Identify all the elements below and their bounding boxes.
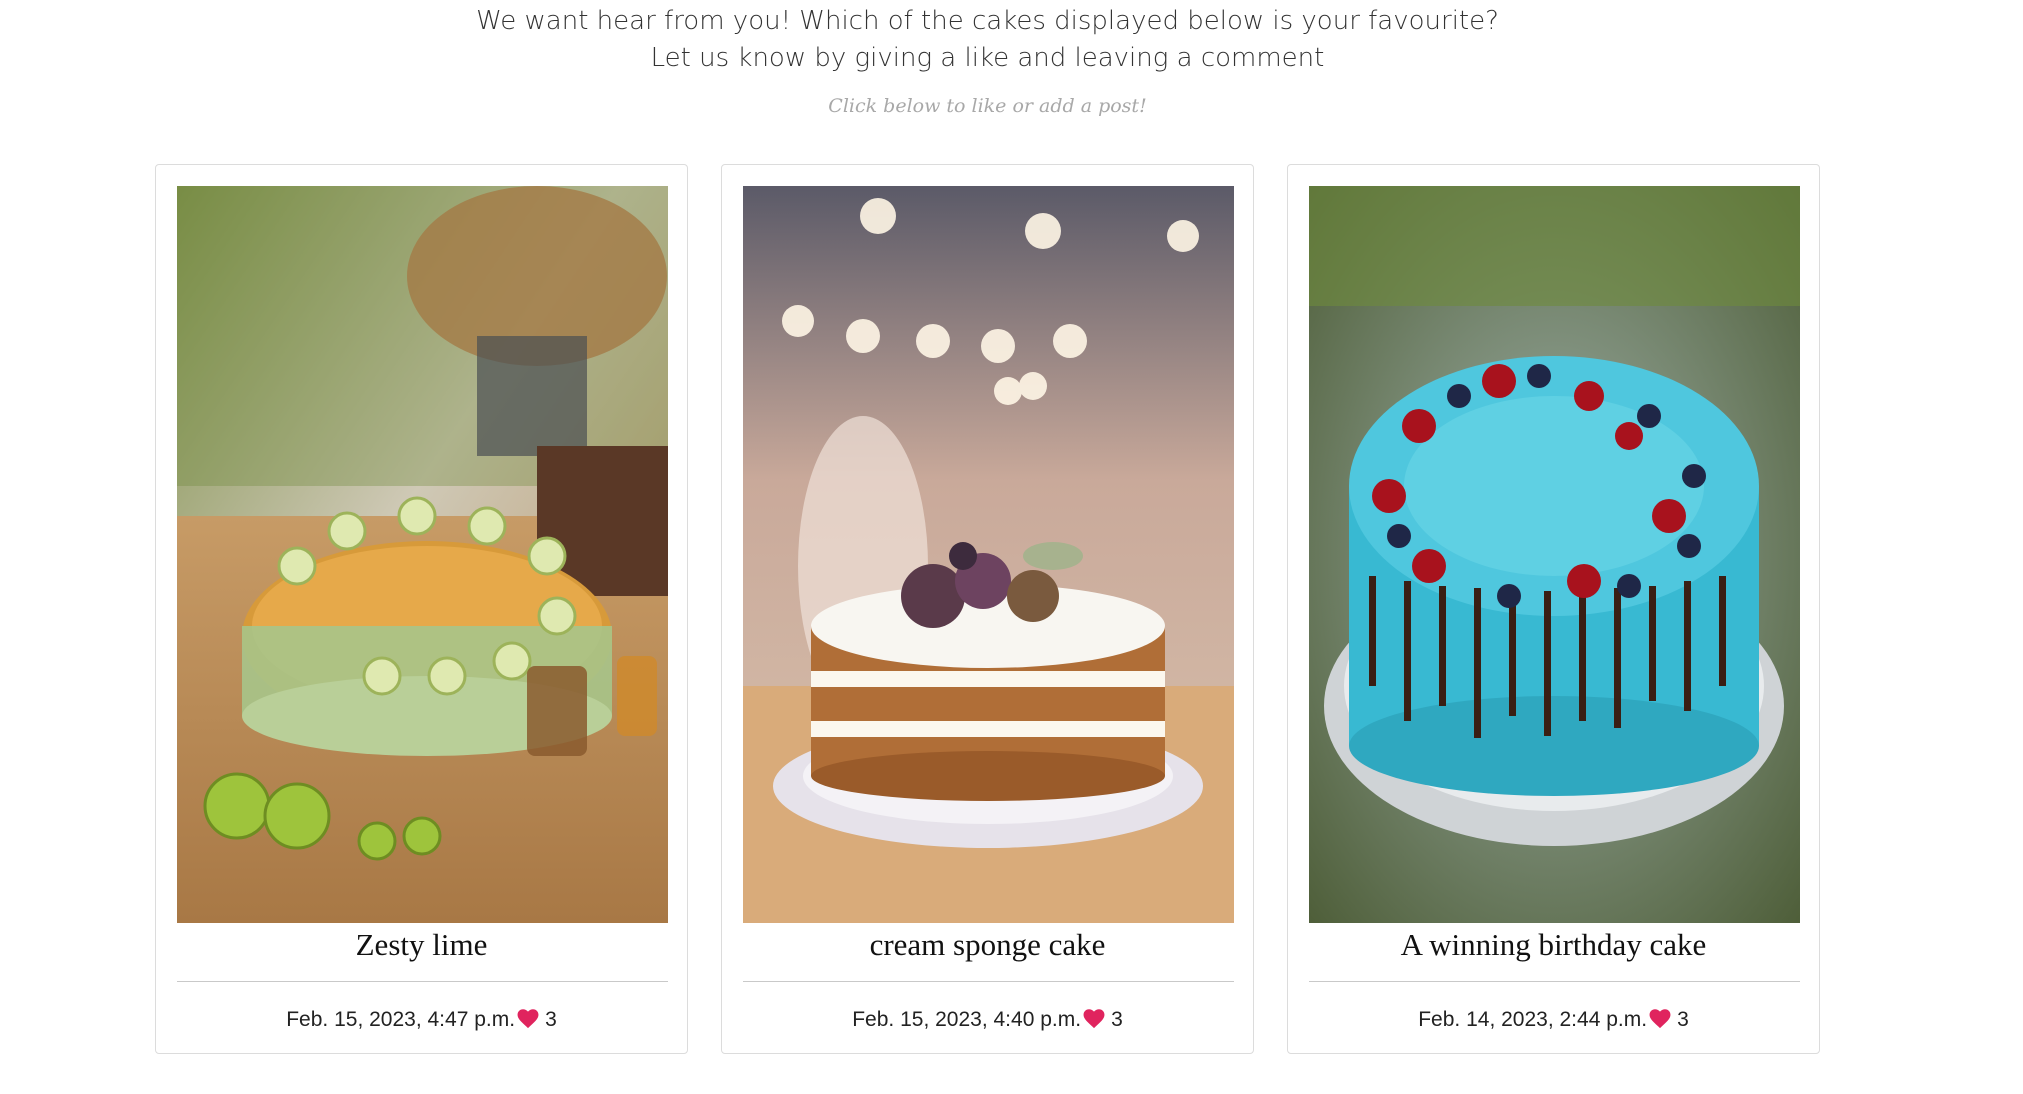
card-divider [1309,981,1800,982]
post-title[interactable]: A winning birthday cake [1288,922,1819,968]
intro-section: We want hear from you! Which of the cake… [0,0,1975,77]
post-card[interactable]: Zesty lime Feb. 15, 2023, 4:47 p.m. 3 [155,164,688,1054]
post-meta: Feb. 15, 2023, 4:40 p.m. 3 [722,1005,1253,1038]
birthday-cake-image [1309,186,1800,923]
post-card[interactable]: cream sponge cake Feb. 15, 2023, 4:40 p.… [721,164,1254,1054]
post-meta: Feb. 15, 2023, 4:47 p.m. 3 [156,1005,687,1038]
post-hint: Click below to like or add a post! [828,95,1147,117]
intro-line-2: Let us know by giving a like and leaving… [650,43,1325,73]
heart-icon[interactable] [1083,1008,1105,1038]
post-date: Feb. 14, 2023, 2:44 p.m. [1418,1008,1648,1031]
post-date: Feb. 15, 2023, 4:40 p.m. [852,1008,1082,1031]
like-count: 3 [1111,1008,1123,1031]
post-date: Feb. 15, 2023, 4:47 p.m. [286,1008,516,1031]
intro-line-1: We want hear from you! Which of the cake… [476,6,1499,36]
card-divider [177,981,668,982]
post-card[interactable]: A winning birthday cake Feb. 14, 2023, 2… [1287,164,1820,1054]
lime-cake-image [177,186,668,923]
like-count: 3 [545,1008,557,1031]
heart-icon[interactable] [1649,1008,1671,1038]
card-divider [743,981,1234,982]
post-image[interactable] [743,186,1234,923]
sponge-cake-image [743,186,1234,923]
post-image[interactable] [1309,186,1800,923]
like-count: 3 [1677,1008,1689,1031]
heart-icon[interactable] [517,1008,539,1038]
post-title[interactable]: cream sponge cake [722,922,1253,968]
post-image[interactable] [177,186,668,923]
post-meta: Feb. 14, 2023, 2:44 p.m. 3 [1288,1005,1819,1038]
post-title[interactable]: Zesty lime [156,922,687,968]
